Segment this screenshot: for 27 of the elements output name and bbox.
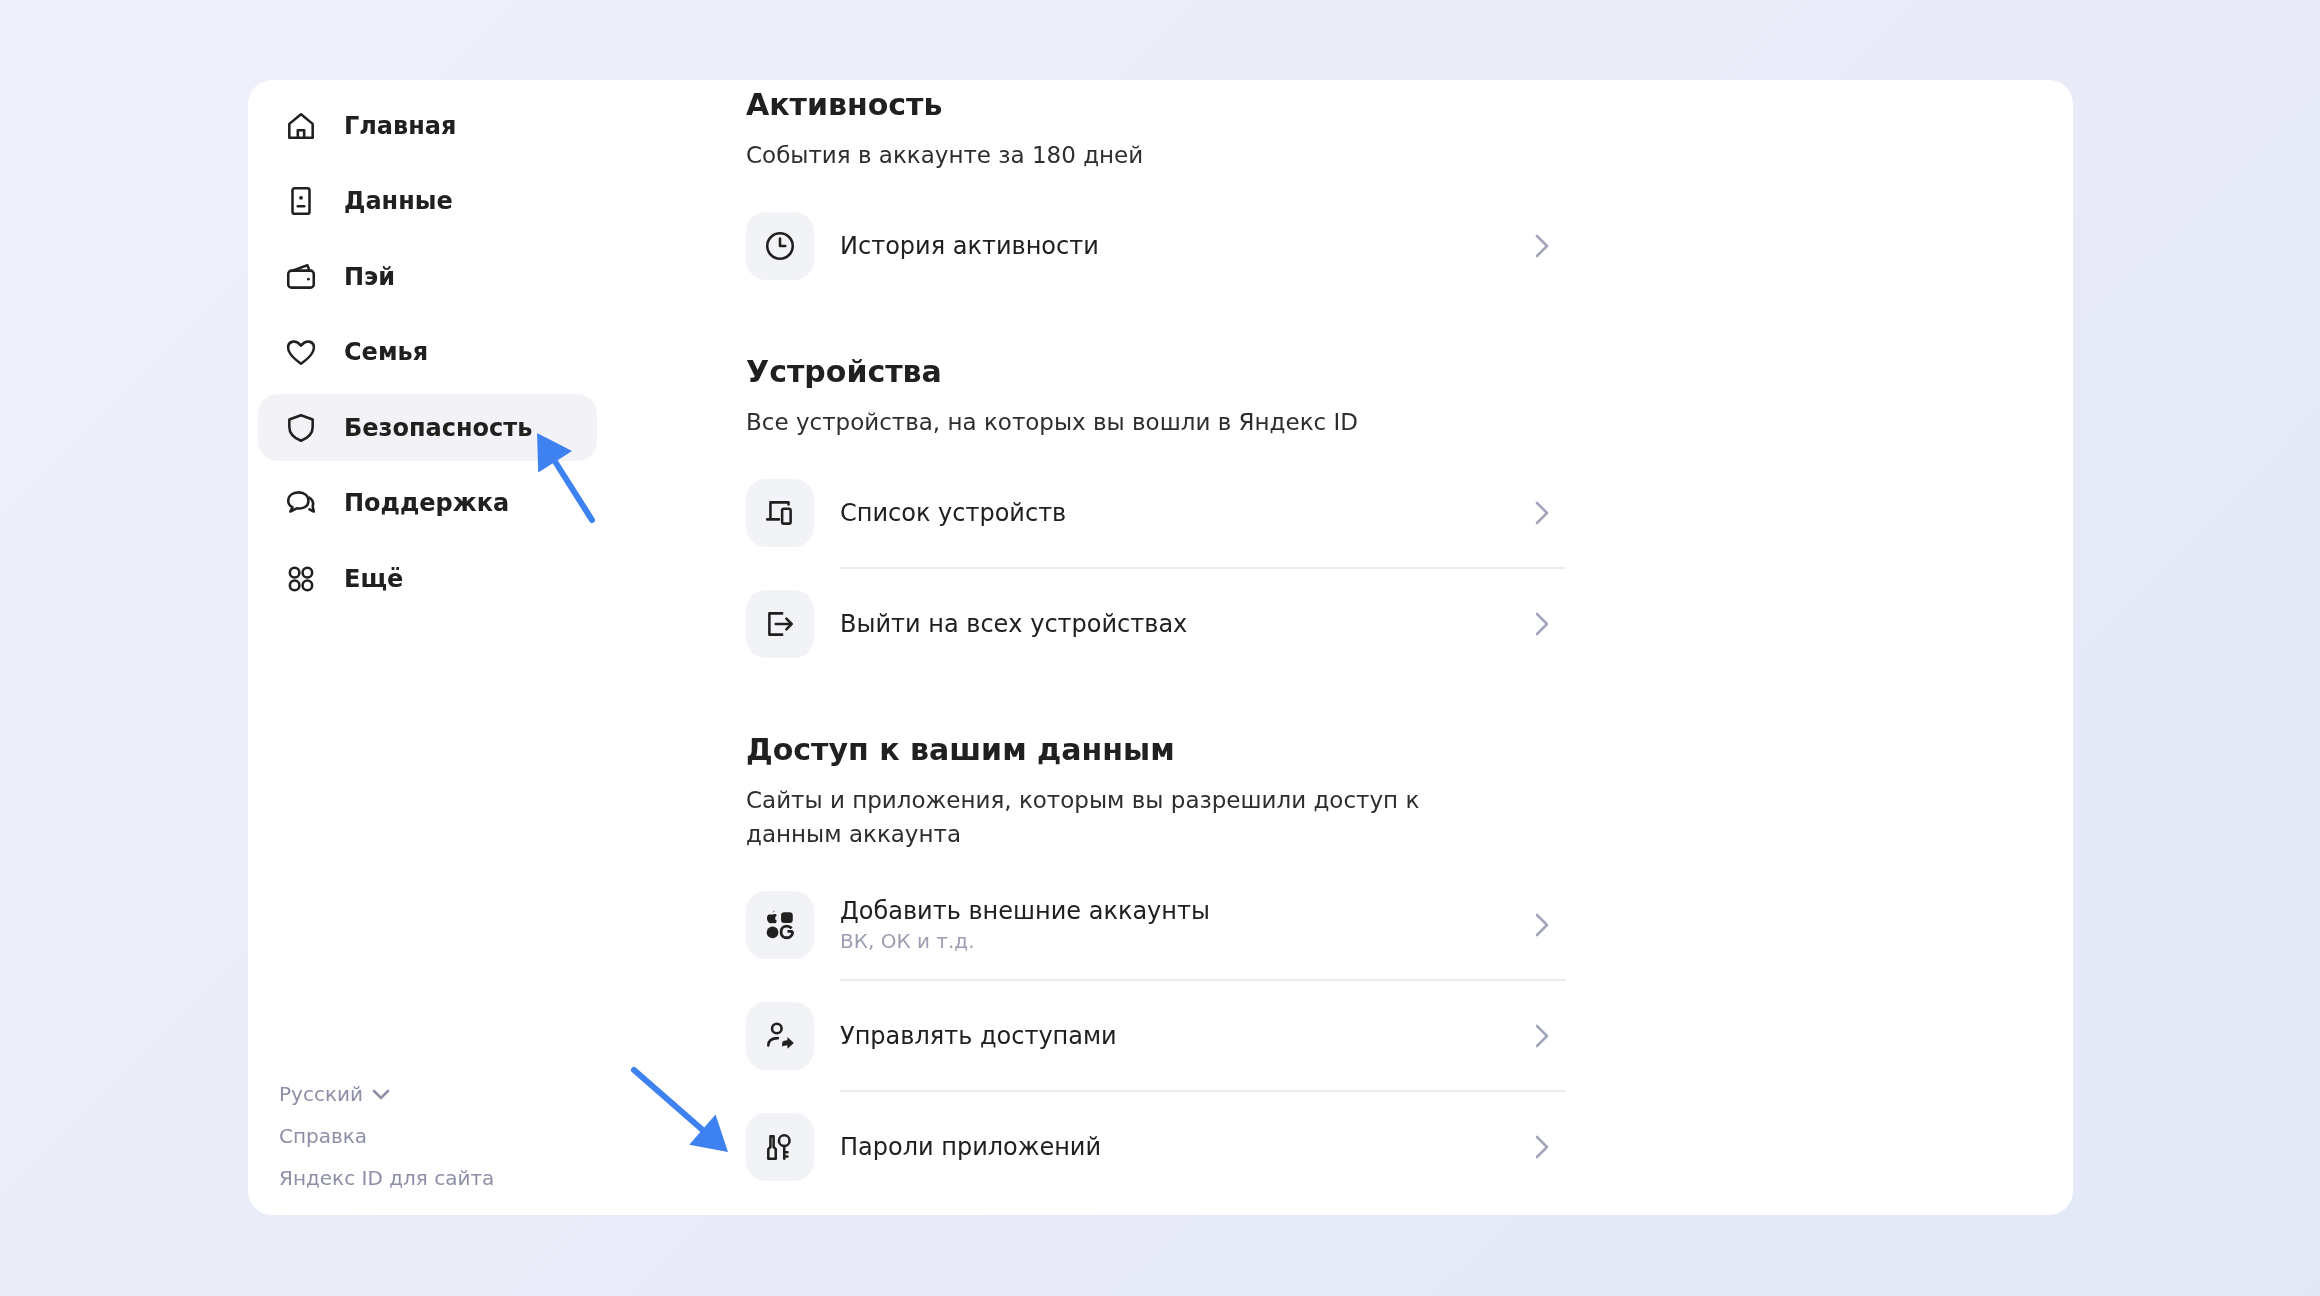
section-title: Доступ к вашим данным xyxy=(746,731,1176,769)
row-label: Пароли приложений xyxy=(840,1132,1103,1163)
chevron-down-icon xyxy=(370,1087,391,1101)
nav-item[interactable]: Данные xyxy=(258,167,597,235)
nav-item[interactable]: Главная xyxy=(258,92,597,159)
settings-row[interactable]: Список устройств xyxy=(840,456,1566,568)
settings-row[interactable]: Пароли приложений xyxy=(840,1090,1566,1202)
row-label: Список устройств xyxy=(840,498,1068,529)
nav-item[interactable]: Поддержка xyxy=(258,469,597,537)
row-label: Управлять доступами xyxy=(840,1021,1118,1052)
row-label: История активности xyxy=(840,231,1100,262)
section-title: Устройства xyxy=(746,353,943,391)
row-sublabel: ВК, ОК и т.д. xyxy=(840,928,976,955)
section-subtitle: Все устройства, на которых вы вошли в Яндекс ID xyxy=(746,408,1359,437)
nav-item[interactable]: Пэй xyxy=(258,243,597,310)
settings-row[interactable]: Добавить внешние аккаунты ВК, ОК и т.д. xyxy=(840,868,1566,980)
nav-item[interactable]: Семья xyxy=(258,318,597,386)
settings-row[interactable]: Выйти на всех устройствах xyxy=(840,567,1566,679)
section-subtitle: События в аккаунте за 180 дней xyxy=(746,141,1145,170)
section-subtitle: Сайты и приложения, которым вы разрешили доступ к данным аккаунта xyxy=(746,786,1421,849)
row-label: Выйти на всех устройствах xyxy=(840,609,1189,640)
nav-item[interactable]: Ещё xyxy=(258,545,597,612)
settings-row[interactable]: Управлять доступами xyxy=(840,979,1566,1091)
section-title: Активность xyxy=(746,86,944,124)
settings-row[interactable]: История активности xyxy=(840,189,1566,301)
nav-item[interactable]: Безопасность xyxy=(258,394,597,461)
row-label: Добавить внешние аккаунты xyxy=(840,896,1211,927)
